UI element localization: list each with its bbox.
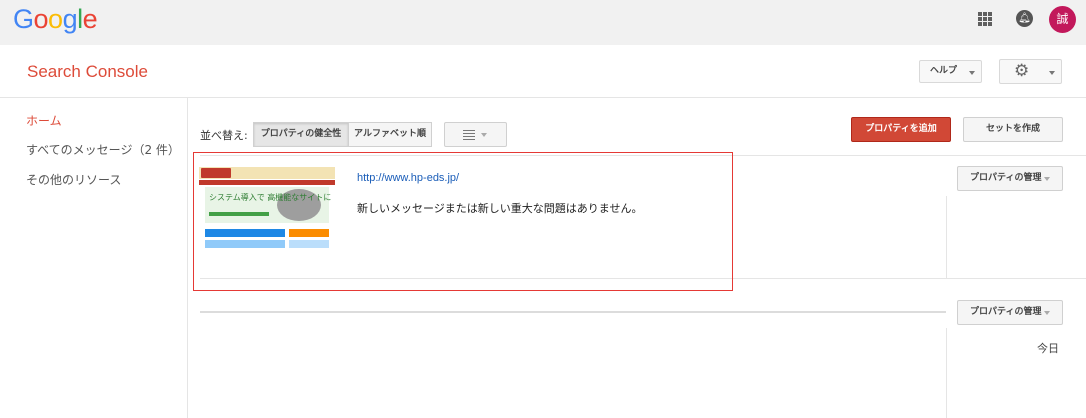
chevron-down-icon [969,71,975,75]
create-set-button[interactable]: セットを作成 [963,117,1063,142]
sidebar-item-resources[interactable]: その他のリソース [26,171,121,188]
chevron-down-icon [1044,311,1050,315]
manage-property-button[interactable]: プロパティの管理 [957,166,1063,191]
logo-letter: o [33,4,49,34]
sidebar-item-home[interactable]: ホーム [26,112,62,129]
view-toggle-button[interactable] [444,122,507,147]
sort-by-health-button[interactable]: プロパティの健全性 [253,122,349,147]
logo-letter: g [62,4,78,34]
logo-letter: G [13,4,34,34]
avatar[interactable]: 誠 [1049,6,1076,33]
divider [200,311,946,313]
manage-property-button[interactable]: プロパティの管理 [957,300,1063,325]
gear-icon: ⚙ [1014,61,1030,81]
settings-button[interactable]: ⚙ [999,59,1062,84]
google-topbar: Google 🔔︎ 誠 [0,0,1086,45]
sort-label: 並べ替え: [200,129,248,142]
product-title[interactable]: Search Console [27,62,148,82]
google-logo[interactable]: Google [13,4,98,35]
highlight-box [193,152,733,291]
apps-grid-icon[interactable] [978,12,992,26]
date-label: 今日 [1037,342,1059,355]
add-property-button[interactable]: プロパティを追加 [851,117,951,142]
sidebar-item-messages[interactable]: すべてのメッセージ（2 件） [26,141,180,158]
bell-icon[interactable]: 🔔︎ [1016,10,1033,27]
help-button[interactable]: ヘルプ [919,60,982,83]
chevron-down-icon [481,133,487,137]
help-button-label: ヘルプ [929,66,957,76]
logo-letter: e [82,4,98,34]
logo-letter: o [48,4,63,34]
divider [946,196,947,278]
manage-property-label: プロパティの管理 [970,173,1042,183]
list-view-icon [463,130,475,140]
chevron-down-icon [1049,71,1055,75]
divider [946,328,947,418]
chevron-down-icon [1044,177,1050,181]
sort-alphabetical-button[interactable]: アルファベット順 [348,122,432,147]
manage-property-label: プロパティの管理 [970,307,1042,317]
